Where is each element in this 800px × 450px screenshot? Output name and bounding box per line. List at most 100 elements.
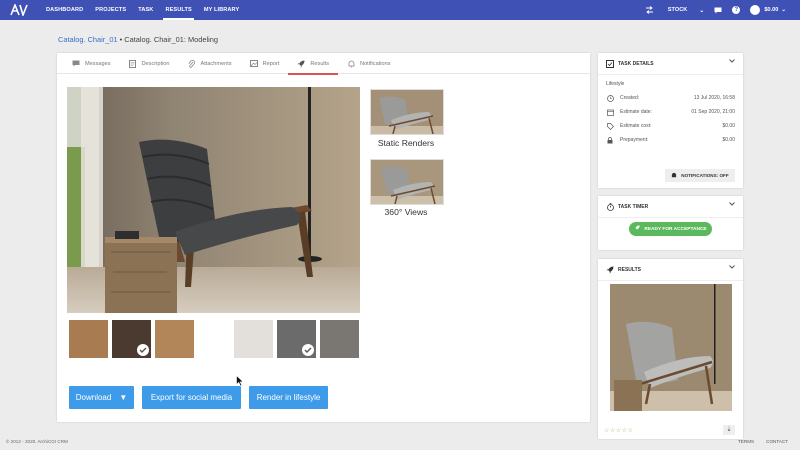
tab-bar: Messages Description Attachments Report … xyxy=(57,53,590,75)
chevron-down-icon xyxy=(729,202,735,208)
task-timer-title: TASK TIMER xyxy=(618,203,649,210)
main-nav: DASHBOARD PROJECTS TASK RESULTS MY LIBRA… xyxy=(40,0,245,20)
download-button[interactable]: Download ▼ xyxy=(69,386,134,409)
tag-icon xyxy=(606,122,614,130)
material-swatch-fabric-grey[interactable] xyxy=(277,320,316,358)
static-renders-label[interactable]: Static Renders xyxy=(364,138,448,148)
rating-stars[interactable]: ☆☆☆☆☆ xyxy=(604,427,633,434)
tab-label: Messages xyxy=(85,60,111,67)
balance-dropdown[interactable]: $0.00 ⌄ xyxy=(750,5,786,15)
tab-description[interactable]: Description xyxy=(120,53,179,74)
chat-icon[interactable] xyxy=(714,7,722,14)
results-title: RESULTS xyxy=(618,266,641,273)
ready-for-acceptance-button[interactable]: READY FOR ACCEPTANCE xyxy=(629,222,712,236)
breadcrumb-current: Catalog. Chair_01: Modeling xyxy=(124,35,218,44)
chevron-down-icon xyxy=(729,265,735,271)
notifications-toggle-button[interactable]: NOTIFICATIONS: OFF xyxy=(665,169,735,182)
bell-icon xyxy=(347,60,355,68)
tab-results[interactable]: Results xyxy=(288,53,338,75)
lock-icon xyxy=(606,136,614,144)
task-timer-card: TASK TIMER READY FOR ACCEPTANCE xyxy=(598,196,743,250)
material-swatch-wood-dark[interactable] xyxy=(112,320,151,358)
main-render-image[interactable] xyxy=(67,87,360,313)
detail-value: 13 Jul 2020, 16:58 xyxy=(693,95,735,101)
nav-my-library[interactable]: MY LIBRARY xyxy=(198,0,246,20)
static-render-thumbnail[interactable] xyxy=(370,89,444,135)
chevron-down-icon: ⌄ xyxy=(781,7,786,13)
document-icon xyxy=(129,59,137,68)
material-swatch-fabric-light[interactable] xyxy=(234,320,273,358)
chevron-down-icon: ⌄ xyxy=(699,7,705,14)
avatar xyxy=(750,5,761,15)
contact-link[interactable]: CONTACT xyxy=(766,439,788,444)
stopwatch-icon xyxy=(606,202,614,211)
logo[interactable] xyxy=(10,3,28,17)
download-icon[interactable]: ⇣ xyxy=(723,425,735,435)
task-details-header[interactable]: TASK DETAILS xyxy=(598,53,743,75)
tab-report[interactable]: Report xyxy=(241,53,289,74)
checklist-icon xyxy=(606,59,614,68)
nav-dashboard[interactable]: DASHBOARD xyxy=(40,0,89,20)
stock-label: STOCK xyxy=(667,7,688,13)
material-swatch-fabric-dark[interactable] xyxy=(320,320,359,358)
download-label: Download xyxy=(75,393,112,402)
footer-links: TERMS CONTACT xyxy=(738,439,788,444)
top-navbar: DASHBOARD PROJECTS TASK RESULTS MY LIBRA… xyxy=(0,0,800,20)
calendar-icon xyxy=(606,108,614,116)
mouse-cursor-icon xyxy=(236,374,244,389)
task-timer-header[interactable]: TASK TIMER xyxy=(598,196,743,218)
clock-icon xyxy=(606,94,614,102)
360-view-thumbnail[interactable] xyxy=(370,159,444,205)
stock-dropdown[interactable]: STOCK ⌄ xyxy=(668,7,705,14)
task-type: Lifestyle xyxy=(606,81,625,87)
detail-estimate-date: Estimate date: 01 Sep 2020, 21:00 xyxy=(598,105,743,119)
chat-icon xyxy=(72,60,80,68)
breadcrumb-link[interactable]: Catalog. Chair_01 xyxy=(58,35,118,44)
balance-value: $0.00 xyxy=(764,7,779,13)
detail-estimate-cost: Estimate cost: $0.00 xyxy=(598,119,743,133)
ready-label: READY FOR ACCEPTANCE xyxy=(644,226,707,232)
terms-link[interactable]: TERMS xyxy=(738,439,754,444)
material-swatch-wood-medium[interactable] xyxy=(155,320,194,358)
detail-label: Prepayment: xyxy=(620,137,649,143)
tab-label: Attachments xyxy=(200,60,232,67)
image-icon xyxy=(249,60,258,68)
bell-icon xyxy=(671,172,677,180)
detail-label: Estimate cost: xyxy=(620,123,652,129)
tab-notifications[interactable]: Notifications xyxy=(338,53,399,74)
rocket-icon xyxy=(634,225,640,233)
check-icon xyxy=(302,344,314,356)
detail-value: $0.00 xyxy=(722,137,735,143)
nav-right: STOCK ⌄ ? $0.00 ⌄ xyxy=(645,0,800,20)
main-panel: Messages Description Attachments Report … xyxy=(57,53,590,422)
help-icon[interactable]: ? xyxy=(732,6,741,14)
nav-projects[interactable]: PROJECTS xyxy=(89,0,132,20)
detail-prepayment: Prepayment: $0.00 xyxy=(598,133,743,147)
caret-down-icon: ▼ xyxy=(119,393,128,402)
results-header[interactable]: RESULTS xyxy=(598,259,743,281)
tab-messages[interactable]: Messages xyxy=(63,53,120,74)
detail-label: Estimate date: xyxy=(620,109,652,115)
rocket-icon xyxy=(606,266,614,274)
export-social-button[interactable]: Export for social media xyxy=(142,386,241,409)
breadcrumb: Catalog. Chair_01 • Catalog. Chair_01: M… xyxy=(58,35,218,44)
copyright: © 2012 - 2020. ArchiCGI CRM xyxy=(6,439,68,444)
nav-task[interactable]: TASK xyxy=(132,0,159,20)
render-lifestyle-button[interactable]: Render in lifestyle xyxy=(249,386,328,409)
detail-value: $0.00 xyxy=(722,123,735,129)
tab-attachments[interactable]: Attachments xyxy=(178,53,240,74)
chevron-down-icon xyxy=(729,59,735,65)
tab-label: Report xyxy=(262,60,280,67)
nav-results[interactable]: RESULTS xyxy=(159,0,197,20)
paperclip-icon xyxy=(187,59,195,68)
task-details-card: TASK DETAILS Lifestyle Created: 13 Jul 2… xyxy=(598,53,743,188)
material-swatch-wood-light[interactable] xyxy=(69,320,108,358)
tab-label: Description xyxy=(141,60,170,67)
result-preview-image[interactable] xyxy=(610,284,732,411)
results-card: RESULTS ☆☆☆☆☆ ⇣ xyxy=(598,259,743,439)
detail-created: Created: 13 Jul 2020, 16:58 xyxy=(598,91,743,105)
360-views-label[interactable]: 360° Views xyxy=(364,207,448,217)
task-details-title: TASK DETAILS xyxy=(618,60,654,67)
swap-icon[interactable] xyxy=(645,6,654,14)
check-icon xyxy=(137,344,149,356)
